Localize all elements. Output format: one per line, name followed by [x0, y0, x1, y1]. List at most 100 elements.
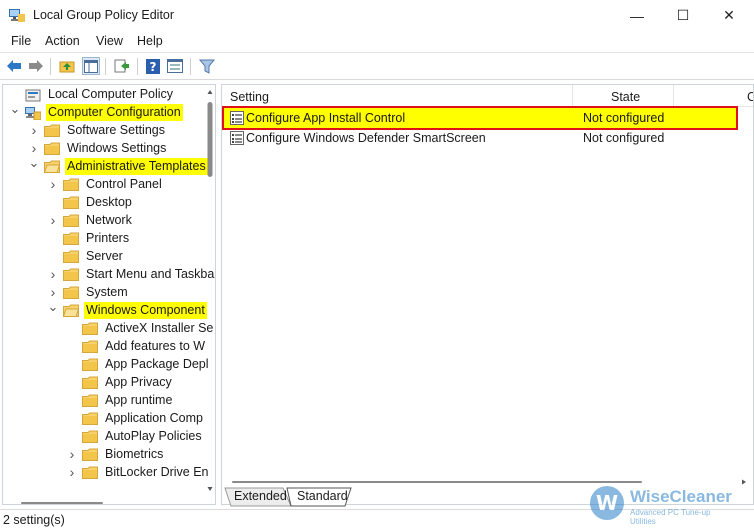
tree-item-label: Biometrics	[105, 446, 164, 461]
tree-item-label: Windows Component	[84, 301, 207, 319]
minimize-button[interactable]: —	[614, 0, 660, 31]
tree-item-bitlocker-drive-en[interactable]: › BitLocker Drive En	[66, 463, 211, 481]
menu-file[interactable]: File	[11, 34, 31, 48]
folder-icon	[63, 286, 79, 299]
tree-item-label: AutoPlay Policies	[105, 428, 202, 443]
tree-item-label: Application Comp	[105, 410, 203, 425]
wisecleaner-logo-icon: W	[590, 486, 624, 520]
tree-item-start-menu-and-taskba[interactable]: › Start Menu and Taskba	[47, 265, 215, 283]
setting-name: Configure Windows Defender SmartScreen	[246, 131, 486, 145]
group-policy-app-icon	[9, 9, 25, 22]
toolbar: ?	[0, 53, 754, 80]
maximize-button[interactable]: ☐	[660, 0, 706, 31]
tree-item-add-features-to-w[interactable]: Add features to W	[66, 337, 207, 355]
list-horizontal-scrollbar[interactable]	[232, 475, 752, 485]
help-icon[interactable]: ?	[144, 57, 162, 75]
computer-policy-icon	[25, 88, 41, 101]
policy-setting-icon	[230, 111, 244, 125]
toolbar-separator	[50, 58, 51, 75]
column-divider[interactable]	[572, 85, 573, 107]
tree-item-network[interactable]: › Network	[47, 211, 134, 229]
tree-item-server[interactable]: Server	[47, 247, 125, 265]
tree-item-app-package-depl[interactable]: App Package Depl	[66, 355, 211, 373]
up-folder-icon[interactable]	[58, 57, 76, 75]
show-hide-tree-icon[interactable]	[82, 57, 100, 75]
tree-item-label: App runtime	[105, 392, 173, 407]
folder-icon	[63, 214, 79, 227]
menu-view[interactable]: View	[96, 34, 123, 48]
tab-extended[interactable]: Extended	[234, 487, 287, 506]
tree-item-printers[interactable]: Printers	[47, 229, 131, 247]
column-divider[interactable]	[673, 85, 674, 107]
tree-item-local-computer-policy[interactable]: Local Computer Policy	[9, 85, 175, 103]
tree-item-label: Start Menu and Taskba	[86, 266, 215, 281]
close-button[interactable]: ✕	[706, 0, 752, 31]
tree-item-application-comp[interactable]: Application Comp	[66, 409, 205, 427]
folder-icon	[82, 448, 98, 461]
tree-item-app-runtime[interactable]: App runtime	[66, 391, 174, 409]
setting-row-configure-app-install-control[interactable]: Configure App Install Control Not config…	[222, 106, 738, 130]
tree-item-windows-component[interactable]: ⌄ Windows Component	[47, 298, 207, 319]
tree-item-label: App Package Depl	[105, 356, 209, 371]
chevron-right-icon[interactable]: ›	[66, 445, 78, 463]
chevron-right-icon[interactable]: ›	[28, 121, 40, 139]
tree-pane[interactable]: Local Computer Policy ⌄ Computer Configura…	[2, 84, 216, 505]
tree-item-computer-configuration[interactable]: ⌄ Computer Configuration	[9, 100, 183, 121]
setting-row-configure-windows-defender-smartscreen[interactable]: Configure Windows Defender SmartScreen N…	[224, 128, 736, 148]
column-header-state[interactable]: State	[611, 90, 640, 104]
chevron-down-icon[interactable]: ⌄	[47, 298, 59, 316]
back-arrow-icon[interactable]	[5, 57, 23, 75]
tree-item-label: App Privacy	[105, 374, 172, 389]
tree-item-desktop[interactable]: Desktop	[47, 193, 134, 211]
export-list-icon[interactable]	[113, 57, 131, 75]
tree-item-autoplay-policies[interactable]: AutoPlay Policies	[66, 427, 204, 445]
tree-item-biometrics[interactable]: › Biometrics	[66, 445, 165, 463]
view-tabs: Extended Standard	[221, 487, 621, 507]
tree-horizontal-scrollbar[interactable]	[21, 495, 103, 504]
chevron-right-icon[interactable]: ›	[47, 175, 59, 193]
folder-icon	[82, 466, 98, 479]
tree-item-system[interactable]: › System	[47, 283, 130, 301]
column-header-comment[interactable]: C	[747, 90, 753, 104]
properties-icon[interactable]	[166, 57, 184, 75]
tree-item-control-panel[interactable]: › Control Panel	[47, 175, 164, 193]
chevron-right-icon[interactable]: ›	[66, 463, 78, 481]
tab-standard[interactable]: Standard	[297, 487, 348, 506]
setting-state: Not configured	[583, 111, 665, 125]
filter-icon[interactable]	[198, 57, 216, 75]
tree-item-software-settings[interactable]: › Software Settings	[28, 121, 167, 139]
folder-icon	[82, 394, 98, 407]
folder-open-icon	[62, 304, 80, 317]
tree-vertical-scrollbar[interactable]	[207, 89, 213, 501]
menu-action[interactable]: Action	[45, 34, 80, 48]
folder-icon	[63, 178, 79, 191]
tree-item-label: ActiveX Installer Se	[105, 320, 214, 335]
chevron-down-icon[interactable]: ⌄	[28, 154, 40, 172]
tree-item-administrative-templates[interactable]: ⌄ Administrative Templates	[28, 154, 208, 175]
chevron-right-icon[interactable]: ›	[47, 211, 59, 229]
toolbar-separator	[105, 58, 106, 75]
chevron-right-icon[interactable]: ›	[47, 265, 59, 283]
tree-item-activex-installer-se[interactable]: ActiveX Installer Se	[66, 319, 215, 337]
menu-help[interactable]: Help	[137, 34, 163, 48]
chevron-down-icon[interactable]: ⌄	[9, 100, 21, 118]
column-header-setting[interactable]: Setting	[230, 90, 269, 104]
tree-item-label: Desktop	[86, 194, 132, 209]
tree-item-label: Server	[86, 248, 123, 263]
tree-item-windows-settings[interactable]: › Windows Settings	[28, 139, 168, 157]
toolbar-separator	[190, 58, 191, 75]
folder-icon	[82, 412, 98, 425]
tree-item-label: Administrative Templates	[65, 157, 208, 175]
folder-icon	[82, 340, 98, 353]
forward-arrow-icon[interactable]	[27, 57, 45, 75]
wisecleaner-watermark: W WiseCleaner Advanced PC Tune-up Utilit…	[590, 486, 732, 526]
tree-item-app-privacy[interactable]: App Privacy	[66, 373, 174, 391]
tree-item-label: Printers	[86, 230, 130, 245]
